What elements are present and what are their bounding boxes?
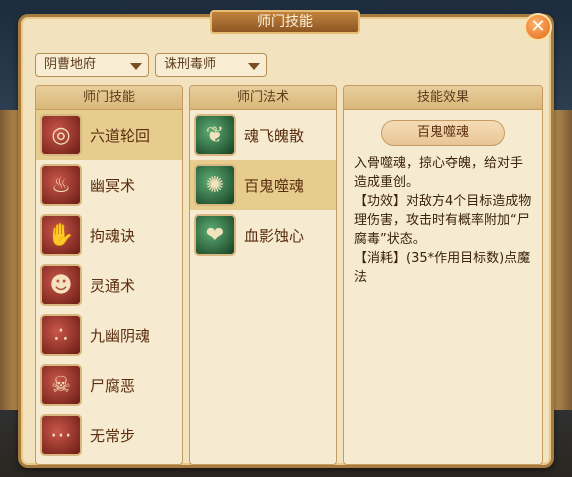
list-item[interactable]: ☻ 灵通术: [36, 260, 182, 310]
skills-column-header: 师门技能: [36, 86, 182, 110]
spirit-face-icon: ☻: [40, 264, 82, 306]
chevron-down-icon: [248, 63, 260, 70]
window-title: 师门技能: [210, 10, 360, 34]
skills-list: ◎ 六道轮回 ♨ 幽冥术 ✋ 拘魂诀 ☻ 灵通术 ∴ 九幽阴魂 ☠ 尸腐恶 ⋯ 无常步: [36, 110, 182, 460]
role-dropdown[interactable]: 诛刑毒师: [155, 53, 267, 77]
role-dropdown-value: 诛刑毒师: [164, 57, 217, 72]
list-item[interactable]: ✺ 百鬼噬魂: [190, 160, 336, 210]
list-item[interactable]: ♨ 幽冥术: [36, 160, 182, 210]
list-item-label: 六道轮回: [90, 126, 151, 145]
list-item-label: 拘魂诀: [90, 226, 136, 245]
effect-column-header: 技能效果: [344, 86, 542, 110]
spells-list: ❦ 魂飞魄散 ✺ 百鬼噬魂 ❤ 血影蚀心: [190, 110, 336, 260]
sect-dropdown-value: 阴曹地府: [44, 57, 97, 72]
list-item[interactable]: ∴ 九幽阴魂: [36, 310, 182, 360]
list-item-label: 幽冥术: [90, 176, 136, 195]
effect-skill-name: 百鬼噬魂: [381, 120, 505, 146]
close-button[interactable]: ✕: [524, 13, 552, 41]
effect-description: 入骨噬魂，掠心夺魄，给对手造成重创。 【功效】对敌方4个目标造成物理伤害，攻击时…: [354, 156, 532, 285]
list-item-label: 尸腐恶: [90, 376, 136, 395]
list-item-label: 魂飞魄散: [244, 126, 305, 145]
flying-souls-icon: ❦: [194, 114, 236, 156]
list-item[interactable]: ⋯ 无常步: [36, 410, 182, 460]
effect-column: 技能效果 百鬼噬魂 入骨噬魂，掠心夺魄，给对手造成重创。 【功效】对敌方4个目标…: [343, 85, 543, 465]
list-item-label: 血影蚀心: [244, 226, 305, 245]
chevron-down-icon: [130, 63, 142, 70]
spells-column: 师门法术 ❦ 魂飞魄散 ✺ 百鬼噬魂 ❤ 血影蚀心: [189, 85, 337, 465]
list-item-label: 无常步: [90, 426, 136, 445]
footstep-icon: ⋯: [40, 414, 82, 456]
wheel-icon: ◎: [40, 114, 82, 156]
list-item[interactable]: ◎ 六道轮回: [36, 110, 182, 160]
list-item[interactable]: ✋ 拘魂诀: [36, 210, 182, 260]
three-souls-icon: ∴: [40, 314, 82, 356]
list-item-label: 九幽阴魂: [90, 326, 151, 345]
list-item[interactable]: ☠ 尸腐恶: [36, 360, 182, 410]
skills-column: 师门技能 ◎ 六道轮回 ♨ 幽冥术 ✋ 拘魂诀 ☻ 灵通术 ∴ 九幽阴魂 ☠ 尸腐恶 ⋯ 无常步: [35, 85, 183, 465]
list-item-label: 百鬼噬魂: [244, 176, 305, 195]
ghost-icon: ♨: [40, 164, 82, 206]
chain-hand-icon: ✋: [40, 214, 82, 256]
list-item-label: 灵通术: [90, 276, 136, 295]
swirl-ghosts-icon: ✺: [194, 164, 236, 206]
skull-icon: ☠: [40, 364, 82, 406]
spells-column-header: 师门法术: [190, 86, 336, 110]
sect-dropdown[interactable]: 阴曹地府: [35, 53, 149, 77]
sect-skills-window: 阴曹地府 诛刑毒师 师门技能 ◎ 六道轮回 ♨ 幽冥术 ✋ 拘魂诀 ☻ 灵通术 ∴ 九幽阴魂 ☠ 尸腐…: [18, 14, 554, 468]
list-item[interactable]: ❦ 魂飞魄散: [190, 110, 336, 160]
list-item[interactable]: ❤ 血影蚀心: [190, 210, 336, 260]
blood-heart-icon: ❤: [194, 214, 236, 256]
close-icon: ✕: [530, 16, 546, 37]
